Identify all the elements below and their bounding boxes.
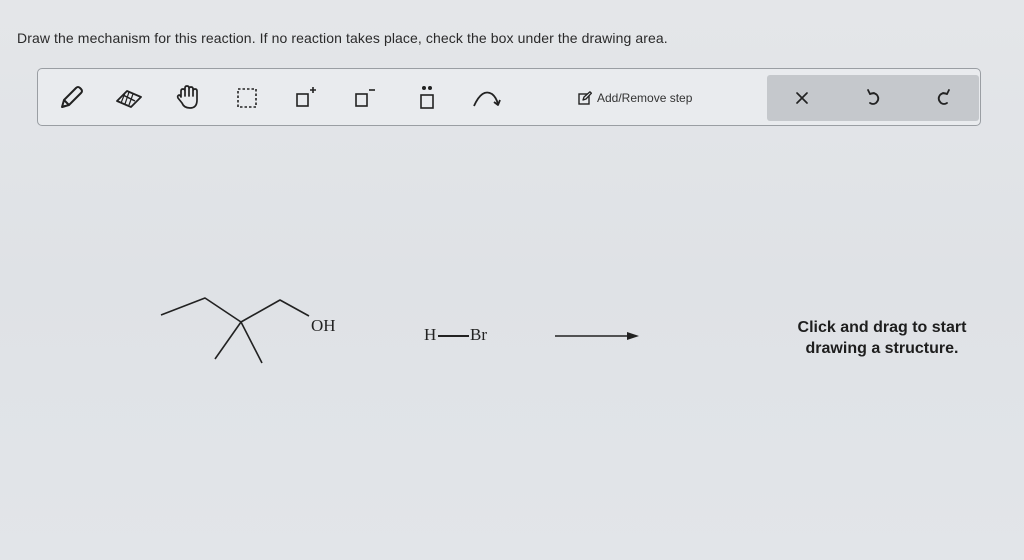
positive-charge-tool-button[interactable] [290, 81, 324, 115]
eraser-tool-button[interactable] [112, 81, 146, 115]
eraser-icon [116, 90, 142, 108]
hint-line-1: Click and drag to start [797, 319, 967, 336]
hand-tool-button[interactable] [172, 81, 206, 115]
add-negative-charge-icon [355, 89, 375, 107]
clear-button[interactable] [784, 81, 820, 115]
redo-button[interactable] [926, 81, 962, 115]
select-tool-button[interactable] [230, 81, 264, 115]
drawing-toolbar: Add/Remove step [37, 68, 981, 126]
add-remove-step-button[interactable]: Add/Remove step [578, 85, 692, 111]
selection-box-icon [237, 88, 257, 108]
instruction-text: Draw the mechanism for this reaction. If… [17, 30, 668, 46]
hydroxyl-label: OH [311, 316, 336, 335]
hint-line-2: drawing a structure. [805, 340, 959, 357]
curved-arrow-icon [473, 91, 501, 107]
undo-button[interactable] [855, 81, 891, 115]
negative-charge-tool-button[interactable] [348, 81, 382, 115]
add-lone-pair-icon [420, 86, 434, 109]
pencil-tool-button[interactable] [54, 81, 88, 115]
edit-icon [578, 91, 592, 105]
hand-icon [176, 85, 198, 109]
clear-icon [796, 92, 808, 104]
add-positive-charge-icon [296, 87, 316, 107]
action-button-group [767, 75, 979, 121]
reaction-arrow [555, 332, 639, 340]
hydrogen-label: H [424, 325, 437, 344]
lone-pair-tool-button[interactable] [410, 81, 444, 115]
add-remove-step-label: Add/Remove step [597, 91, 693, 105]
alcohol-skeletal-structure [160, 297, 310, 364]
h-br-bond [438, 335, 469, 337]
redo-icon [937, 89, 950, 105]
pencil-icon [61, 86, 83, 108]
canvas-hint: Click and drag to start drawing a struct… [772, 317, 992, 359]
undo-icon [867, 89, 880, 105]
curved-arrow-tool-button[interactable] [470, 81, 504, 115]
bromine-label: Br [470, 325, 487, 344]
